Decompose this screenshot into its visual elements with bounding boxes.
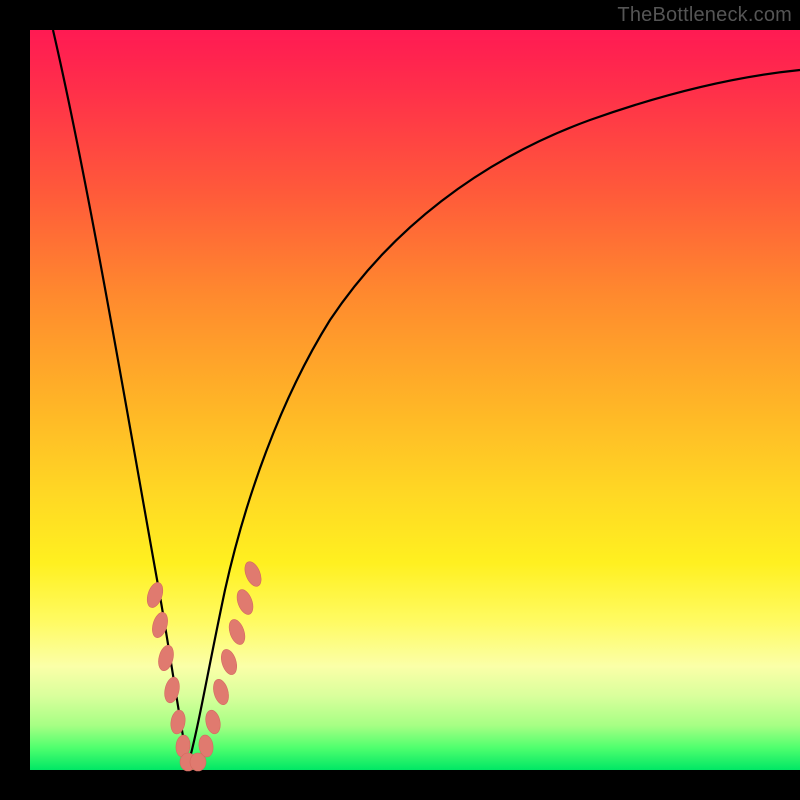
watermark-text: TheBottleneck.com <box>617 4 792 27</box>
curve-right-arm <box>188 70 800 765</box>
plot-area <box>30 30 800 770</box>
chart-frame: TheBottleneck.com <box>0 0 800 800</box>
marker-group <box>144 559 264 771</box>
curve-layer <box>30 30 800 770</box>
